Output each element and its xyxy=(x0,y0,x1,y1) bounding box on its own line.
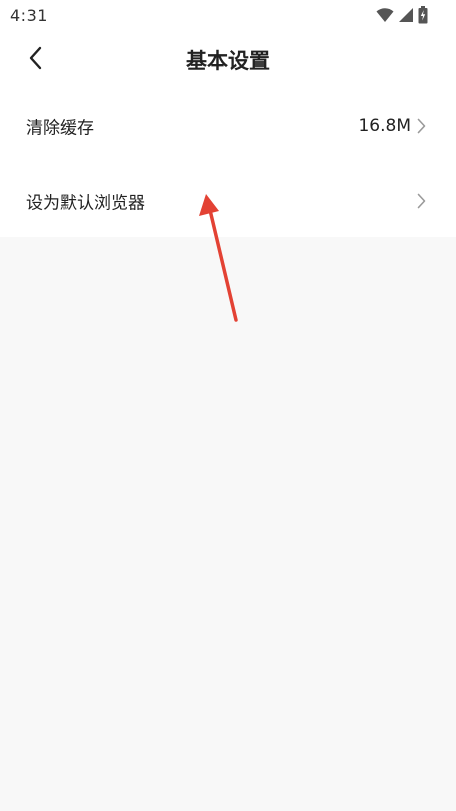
page-title: 基本设置 xyxy=(186,49,270,73)
status-bar: 4:31 xyxy=(0,0,456,32)
chevron-right-icon xyxy=(417,193,426,209)
settings-list: 清除缓存 16.8M 设为默认浏览器 xyxy=(0,88,456,238)
chevron-right-icon xyxy=(417,118,426,134)
cellular-signal-icon xyxy=(398,7,414,23)
set-default-browser-right xyxy=(417,193,426,209)
clear-cache-row[interactable]: 清除缓存 16.8M xyxy=(0,88,456,163)
status-time: 4:31 xyxy=(10,6,48,25)
set-default-browser-row[interactable]: 设为默认浏览器 xyxy=(0,163,456,238)
nav-bar: 基本设置 xyxy=(0,32,456,88)
wifi-icon xyxy=(376,7,394,23)
clear-cache-right: 16.8M xyxy=(358,116,426,136)
battery-charging-icon xyxy=(418,6,428,24)
set-default-browser-label: 设为默认浏览器 xyxy=(26,193,145,213)
cache-size-value: 16.8M xyxy=(358,115,411,136)
clear-cache-label: 清除缓存 xyxy=(26,118,94,138)
status-icons xyxy=(376,6,428,24)
